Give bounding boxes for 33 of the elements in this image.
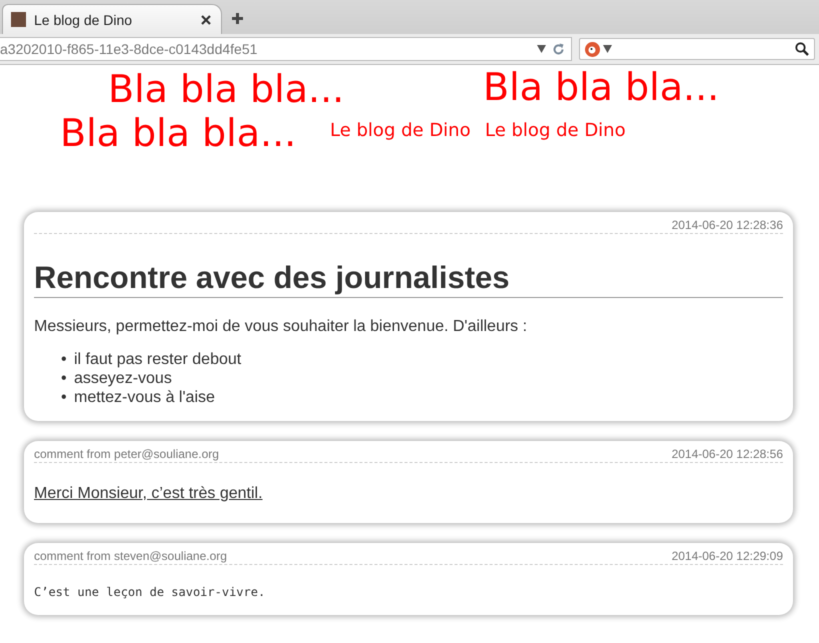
comment-link[interactable]: Merci Monsieur, c’est très gentil. — [34, 485, 263, 502]
bullet-marker: • — [61, 388, 68, 407]
bullet-marker: • — [61, 369, 68, 388]
comment-author: comment from steven@souliane.org — [34, 549, 227, 563]
tab-title: Le blog de Dino — [34, 12, 134, 28]
list-item: mettez-vous à l'aise — [74, 389, 215, 406]
bullet-marker: • — [61, 350, 68, 369]
close-icon[interactable] — [201, 14, 211, 24]
post-title: Rencontre avec des journalistes — [34, 260, 783, 298]
browser-tab[interactable]: Le blog de Dino — [2, 4, 222, 34]
banner-text: Le blog de Dino — [330, 121, 471, 141]
post-text: Messieurs, permettez-moi de vous souhaiter la bienvenue. D'ailleurs : — [34, 318, 528, 336]
list-item: il faut pas rester debout — [74, 351, 242, 368]
address-text: a3202010-f865-11e3-8dce-c0143dd4fe51 — [0, 41, 258, 57]
address-field[interactable]: a3202010-f865-11e3-8dce-c0143dd4fe51 — [0, 37, 572, 61]
banner-text: Bla bla bla... — [60, 113, 296, 155]
favicon-photo-placeholder — [11, 12, 26, 27]
dropdown-icon[interactable] — [537, 45, 546, 53]
banner-text: Le blog de Dino — [485, 121, 626, 141]
search-icon[interactable] — [795, 42, 809, 56]
reload-icon[interactable] — [552, 42, 565, 56]
list-item: asseyez-vous — [74, 370, 172, 387]
comment-text: C’est une leçon de savoir-vivre. — [34, 585, 266, 599]
duck-logo-icon — [585, 42, 600, 56]
dropdown-icon[interactable] — [603, 45, 612, 53]
banner-text: Bla bla bla... — [108, 69, 344, 111]
comment-date: 2014-06-20 12:28:56 — [672, 447, 783, 461]
post-date: 2014-06-20 12:28:36 — [672, 218, 783, 232]
banner-text: Bla bla bla... — [483, 67, 720, 109]
new-tab-icon[interactable] — [232, 13, 243, 24]
search-field[interactable] — [579, 38, 815, 60]
comment-date: 2014-06-20 12:29:09 — [672, 549, 783, 563]
comment-author: comment from peter@souliane.org — [34, 447, 219, 461]
